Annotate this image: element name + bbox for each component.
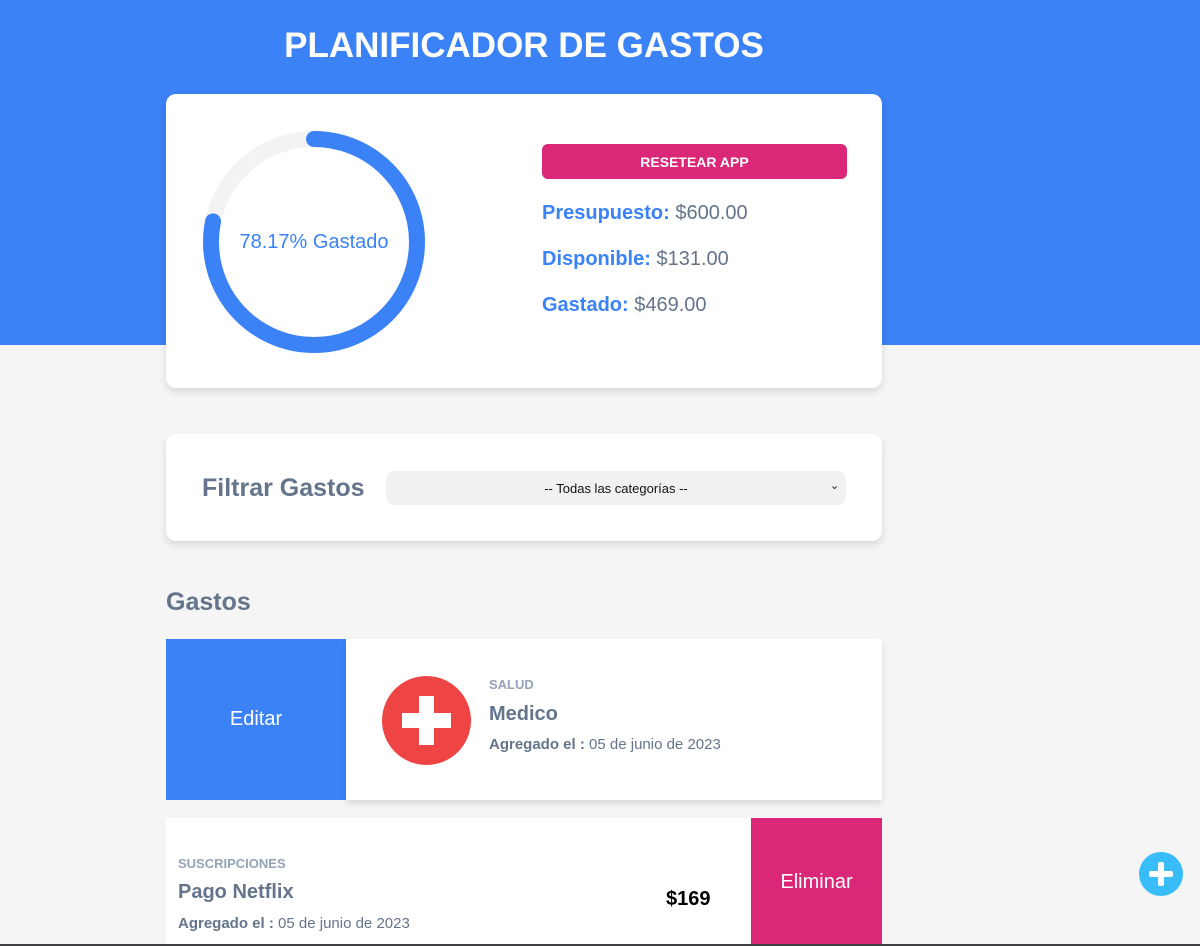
app-title: PLANIFICADOR DE GASTOS bbox=[284, 26, 764, 65]
category-filter-value: -- Todas las categorías -- bbox=[544, 480, 688, 496]
chevron-down-icon: ⌄ bbox=[830, 480, 840, 492]
progress-ring-label: 78.17% Gastado bbox=[239, 230, 389, 253]
available-stat: Disponible: $131.00 bbox=[542, 248, 729, 271]
delete-expense-button[interactable]: Eliminar bbox=[751, 818, 882, 946]
date-prefix: Agregado el : bbox=[489, 736, 585, 753]
expenses-title: Gastos bbox=[166, 588, 251, 616]
filter-card: Filtrar Gastos -- Todas las categorías -… bbox=[166, 434, 882, 541]
expense-name: Pago Netflix bbox=[178, 881, 294, 903]
progress-ring: 78.17% Gastado bbox=[200, 128, 428, 356]
budget-value: $600.00 bbox=[675, 202, 748, 224]
category-filter-select[interactable]: -- Todas las categorías -- ⌄ bbox=[386, 471, 846, 505]
delete-label: Eliminar bbox=[780, 870, 853, 893]
budget-stat: Presupuesto: $600.00 bbox=[542, 202, 748, 225]
edit-expense-button[interactable]: Editar bbox=[166, 639, 346, 800]
expense-date: Agregado el : 05 de junio de 2023 bbox=[489, 736, 721, 753]
health-cross-icon bbox=[382, 676, 471, 765]
spent-value: $469.00 bbox=[634, 294, 707, 316]
add-expense-button[interactable] bbox=[1139, 852, 1183, 896]
plus-icon-bar bbox=[1149, 871, 1173, 877]
expense-amount: $169 bbox=[666, 888, 711, 910]
spent-label: Gastado: bbox=[542, 294, 629, 316]
spent-stat: Gastado: $469.00 bbox=[542, 294, 707, 317]
edit-label: Editar bbox=[229, 708, 283, 730]
expense-category: SUSCRIPCIONES bbox=[178, 856, 286, 871]
budget-label: Presupuesto: bbox=[542, 202, 670, 224]
expense-item[interactable]: SALUD Medico Agregado el : 05 de junio d… bbox=[346, 639, 882, 800]
expense-category: SALUD bbox=[489, 677, 534, 692]
available-label: Disponible: bbox=[542, 248, 651, 270]
expense-name: Medico bbox=[489, 703, 558, 725]
filter-label: Filtrar Gastos bbox=[202, 474, 365, 502]
date-value: 05 de junio de 2023 bbox=[278, 915, 410, 932]
expense-item[interactable]: SUSCRIPCIONES Pago Netflix Agregado el :… bbox=[166, 818, 751, 946]
date-value: 05 de junio de 2023 bbox=[589, 736, 721, 753]
expense-date: Agregado el : 05 de junio de 2023 bbox=[178, 915, 410, 932]
available-value: $131.00 bbox=[656, 248, 729, 270]
cross-horizontal bbox=[402, 713, 451, 728]
budget-card: 78.17% Gastado RESETEAR APP Presupuesto:… bbox=[166, 94, 882, 388]
date-prefix: Agregado el : bbox=[178, 915, 274, 932]
reset-app-button[interactable]: RESETEAR APP bbox=[542, 144, 847, 179]
